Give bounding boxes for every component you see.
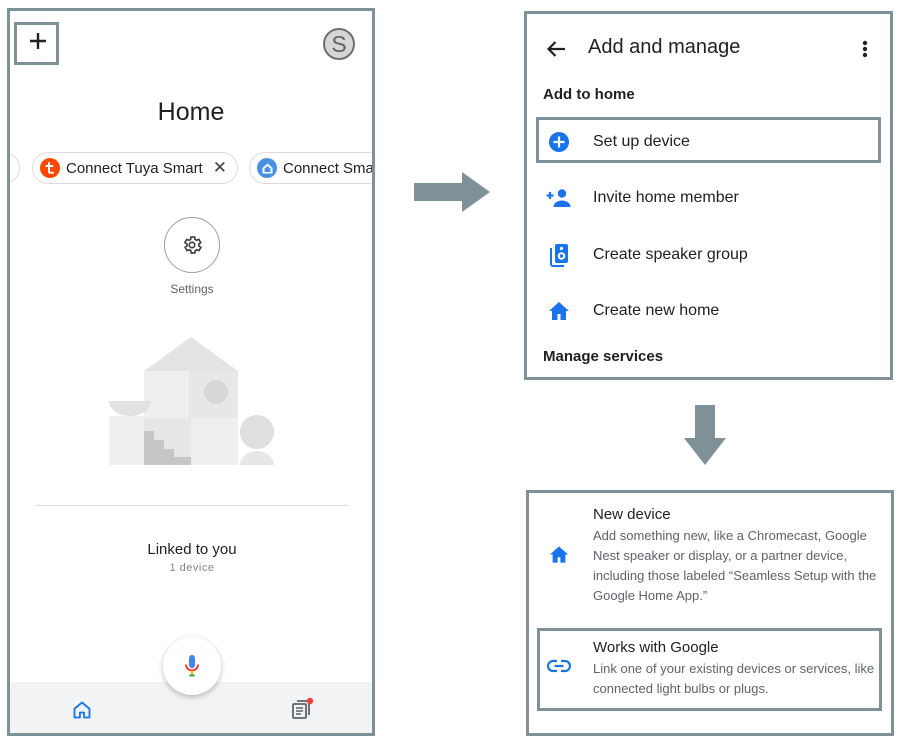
chip-connect-smart[interactable]: Connect Sma [249, 152, 374, 184]
option-description: Link one of your existing devices or ser… [593, 661, 875, 696]
back-button[interactable] [546, 40, 566, 58]
feed-icon [292, 697, 314, 719]
home-icon [549, 302, 569, 320]
menu-item-create-speaker-group[interactable]: Create speaker group [527, 235, 890, 275]
menu-item-label: Create speaker group [593, 246, 748, 263]
mic-icon [185, 655, 199, 677]
menu-item-create-new-home[interactable]: Create new home [527, 291, 890, 331]
chip-label: Connect Sma [283, 159, 374, 177]
link-icon [547, 659, 571, 673]
chip-connect-tuya[interactable]: Connect Tuya Smart ✕ [32, 152, 238, 184]
more-options-button[interactable] [862, 40, 868, 58]
section-manage-services: Manage services [543, 348, 664, 365]
add-button[interactable] [22, 25, 54, 57]
plus-icon [30, 33, 46, 49]
menu-title: Add and manage [588, 36, 741, 58]
nav-feed-button[interactable] [290, 697, 314, 721]
menu-item-set-up-device[interactable]: Set up device [527, 122, 890, 162]
nav-home-button[interactable] [72, 700, 92, 720]
mic-button[interactable] [163, 637, 221, 695]
add-and-manage-screen: Add and manage Add to home Set up device… [524, 11, 893, 380]
chip-label: Connect Tuya Smart [66, 159, 203, 177]
option-title: Works with Google [593, 639, 719, 656]
add-circle-icon [549, 132, 569, 152]
smart-home-icon [257, 158, 277, 178]
arrow-back-icon [546, 41, 565, 57]
option-works-with-google[interactable]: Works with Google Link one of your exist… [529, 629, 891, 713]
menu-item-invite-home-member[interactable]: Invite home member [527, 178, 890, 218]
divider [35, 505, 349, 506]
settings-label: Settings [170, 282, 214, 296]
avatar-letter: S [331, 30, 347, 57]
home-screen: S Home Connect Tuya Smart ✕ Connect Sma … [7, 8, 375, 736]
close-icon[interactable]: ✕ [213, 158, 227, 178]
settings-button[interactable] [164, 217, 220, 273]
home-icon [73, 701, 91, 719]
arrow-down-icon [684, 405, 726, 465]
option-title: New device [593, 506, 671, 523]
section-add-to-home: Add to home [543, 86, 635, 103]
person-add-icon [546, 189, 571, 207]
linked-title: Linked to you [147, 541, 237, 558]
menu-item-label: Invite home member [593, 189, 739, 206]
device-type-screen: New device Add something new, like a Chr… [526, 490, 894, 736]
speaker-group-icon [550, 244, 568, 267]
arrow-right-icon [414, 172, 490, 212]
empty-home-illustration [109, 337, 274, 465]
avatar[interactable]: S [323, 28, 355, 60]
gear-icon [183, 236, 202, 254]
option-new-device[interactable]: New device Add something new, like a Chr… [529, 493, 891, 623]
home-icon [549, 546, 569, 563]
more-vert-icon [862, 40, 868, 58]
menu-item-label: Set up device [593, 133, 690, 150]
menu-item-label: Create new home [593, 302, 720, 319]
linked-device-count: 1 device [169, 562, 215, 574]
chip-partial[interactable] [10, 152, 20, 184]
tuya-logo-icon [40, 158, 60, 178]
option-description: Add something new, like a Chromecast, Go… [593, 528, 877, 603]
page-title: Home [157, 98, 225, 126]
